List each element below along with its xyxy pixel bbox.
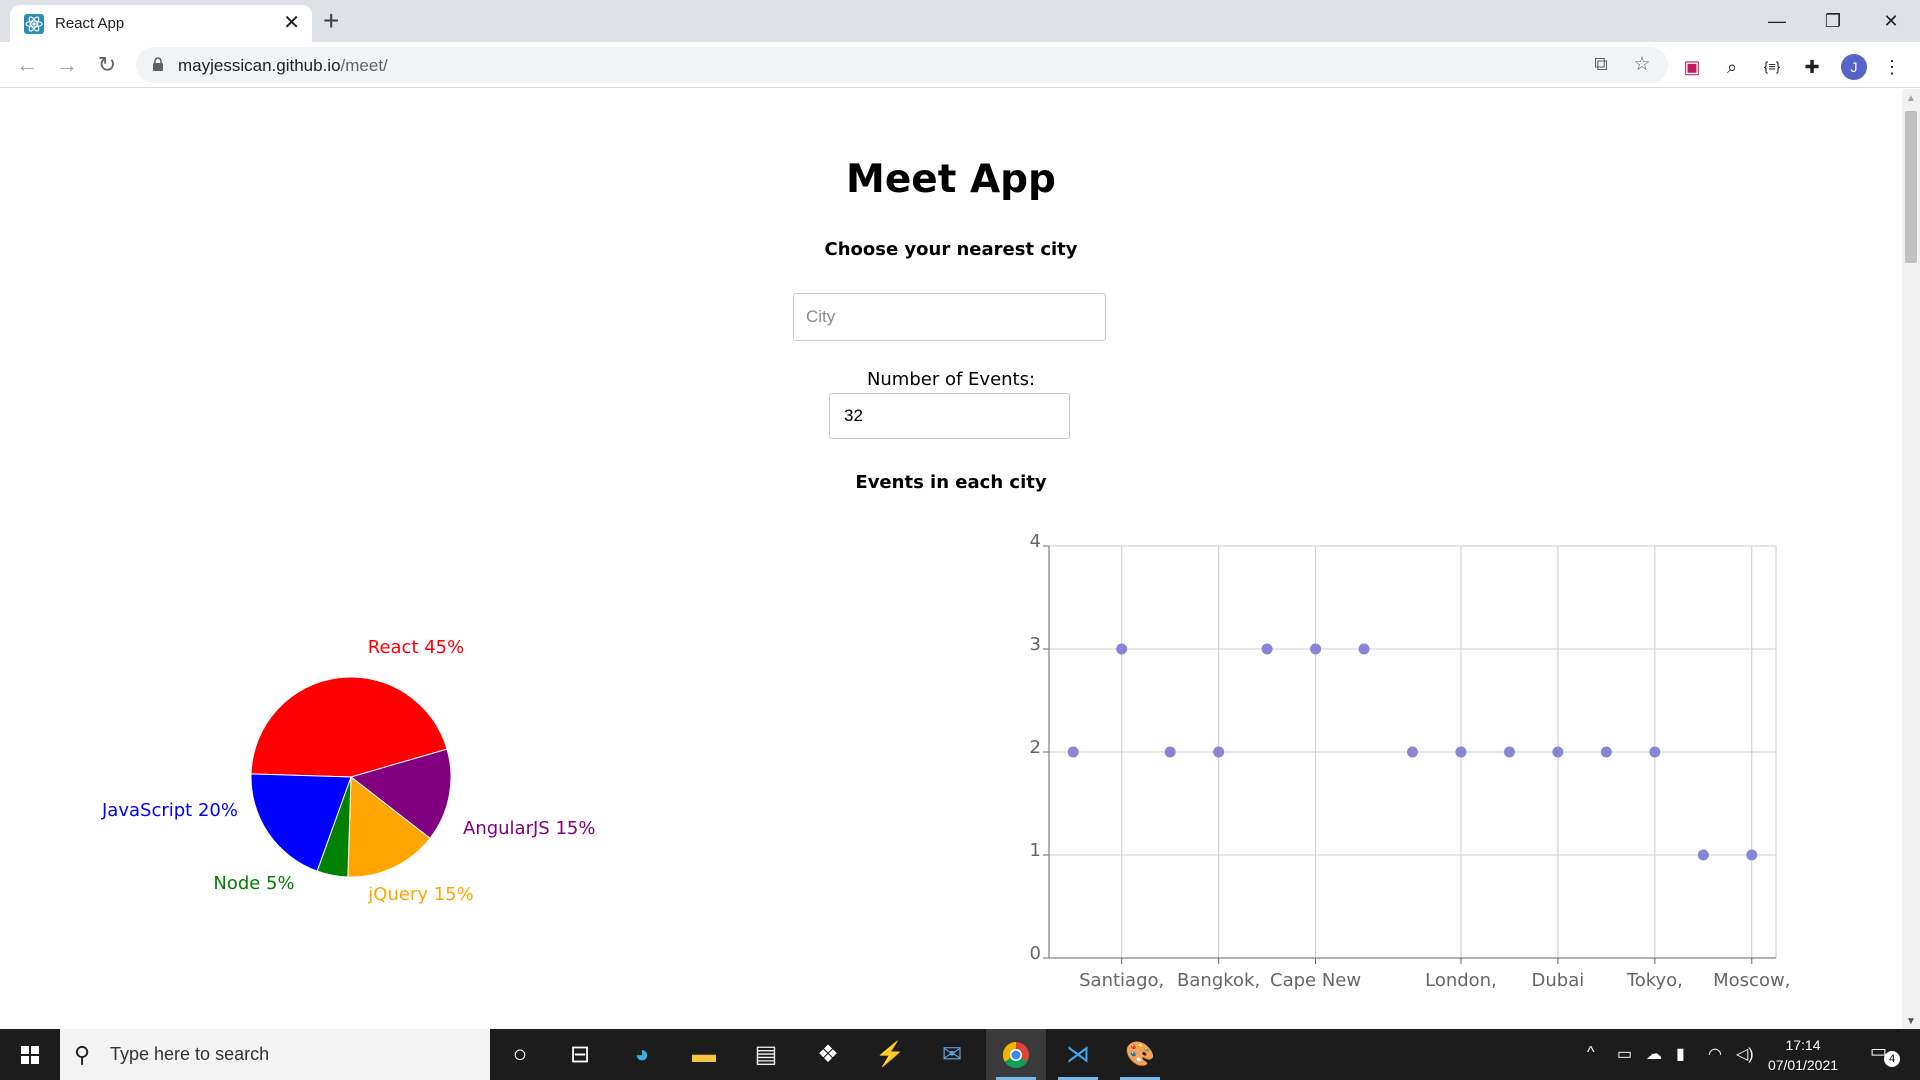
pocket-extension-icon[interactable]: ▣ bbox=[1680, 55, 1704, 79]
edge-browser-icon[interactable]: ◕ bbox=[612, 1029, 672, 1080]
windows-taskbar: ⚲ Type here to search ○ ⊟ ◕ ▬ ▤ ❖ ⚡ ✉ ⋊ … bbox=[0, 1029, 1920, 1080]
battery-icon[interactable]: ▮ bbox=[1676, 1044, 1685, 1064]
system-clock[interactable]: 17:14 07/01/2021 bbox=[1763, 1035, 1843, 1075]
chrome-icon[interactable] bbox=[986, 1029, 1046, 1080]
scatter-point[interactable] bbox=[1164, 746, 1176, 758]
open-in-app-icon[interactable]: ⧉ bbox=[1589, 53, 1613, 77]
page-content: Meet App Choose your nearest city Number… bbox=[0, 89, 1902, 1029]
json-extension-icon[interactable]: {≡} bbox=[1760, 55, 1784, 79]
clock-time: 17:14 bbox=[1785, 1037, 1821, 1053]
app-icon[interactable]: ⚡ bbox=[860, 1029, 920, 1080]
cortana-icon[interactable]: ○ bbox=[490, 1029, 550, 1080]
react-logo-icon bbox=[24, 14, 44, 34]
scatter-point[interactable] bbox=[1552, 746, 1564, 758]
reload-button[interactable]: ↻ bbox=[92, 50, 122, 80]
new-tab-button[interactable]: + bbox=[323, 4, 339, 38]
search-extension-icon[interactable]: ⌕ bbox=[1720, 55, 1744, 79]
url-path: /meet/ bbox=[340, 56, 388, 75]
scroll-down-icon[interactable]: ▼ bbox=[1906, 1016, 1916, 1027]
tab-strip: React App ✕ + — ❐ ✕ bbox=[0, 0, 1920, 42]
vscode-icon[interactable]: ⋊ bbox=[1048, 1029, 1108, 1080]
scatter-point[interactable] bbox=[1503, 746, 1515, 758]
lock-icon bbox=[153, 57, 163, 71]
scatter-grid bbox=[1049, 545, 1776, 958]
profile-avatar[interactable]: J bbox=[1841, 54, 1867, 80]
x-tick-label: Bangkok, bbox=[1177, 970, 1260, 991]
task-view-icon[interactable]: ⊟ bbox=[550, 1029, 610, 1080]
minimize-window-icon[interactable]: — bbox=[1752, 4, 1802, 38]
tab-title: React App bbox=[55, 15, 125, 32]
city-search-input[interactable] bbox=[793, 293, 1106, 341]
genre-pie-chart: React 45% AngularJS 15% jQuery 15% Node 5% J… bbox=[101, 637, 595, 905]
plot-border bbox=[1048, 545, 1777, 959]
pie-label-react: React 45% bbox=[368, 637, 465, 658]
microsoft-store-icon[interactable]: ▤ bbox=[736, 1029, 796, 1080]
back-button[interactable]: ← bbox=[12, 50, 42, 80]
taskbar-search-placeholder: Type here to search bbox=[110, 1044, 270, 1064]
x-tick-label: Tokyo, bbox=[1626, 970, 1683, 991]
show-hidden-icons-icon[interactable]: ^ bbox=[1587, 1044, 1595, 1062]
scatter-point[interactable] bbox=[1116, 643, 1128, 655]
windows-start-icon[interactable] bbox=[0, 1029, 60, 1080]
url-host: mayjessican.github.io bbox=[178, 56, 341, 75]
scatter-point[interactable] bbox=[1746, 849, 1758, 861]
browser-tab[interactable]: React App ✕ bbox=[10, 5, 312, 42]
pie-label-javascript: JavaScript 20% bbox=[101, 800, 238, 821]
scatter-point[interactable] bbox=[1697, 849, 1709, 861]
scatter-point[interactable] bbox=[1213, 746, 1225, 758]
number-of-events-input[interactable] bbox=[829, 393, 1070, 439]
y-tick-label: 1 bbox=[1030, 840, 1041, 861]
pie-label-angularjs: AngularJS 15% bbox=[463, 818, 595, 839]
forward-button[interactable]: → bbox=[52, 50, 82, 80]
page-scrollbar[interactable]: ▲ ▼ bbox=[1902, 89, 1920, 1029]
x-tick-label: Santiago, bbox=[1079, 970, 1164, 991]
y-tick-label: 4 bbox=[1030, 531, 1041, 552]
extensions-puzzle-icon[interactable]: ✚ bbox=[1800, 55, 1824, 79]
x-tick-label: Moscow, bbox=[1713, 970, 1790, 991]
meet-now-icon[interactable]: ▭ bbox=[1617, 1044, 1632, 1064]
mail-icon[interactable]: ✉ bbox=[922, 1029, 982, 1080]
scroll-up-icon[interactable]: ▲ bbox=[1906, 93, 1916, 104]
action-center-icon[interactable]: ▭ 4 bbox=[1870, 1041, 1900, 1067]
scatter-point[interactable] bbox=[1067, 746, 1079, 758]
notification-count-badge: 4 bbox=[1884, 1051, 1900, 1067]
y-tick-label: 3 bbox=[1030, 634, 1041, 655]
scrollbar-thumb[interactable] bbox=[1905, 111, 1917, 263]
search-icon: ⚲ bbox=[74, 1042, 91, 1067]
close-window-icon[interactable]: ✕ bbox=[1866, 4, 1916, 38]
taskbar-search-box[interactable]: ⚲ Type here to search bbox=[60, 1029, 490, 1080]
paint-icon[interactable]: 🎨 bbox=[1110, 1029, 1170, 1080]
scatter-point[interactable] bbox=[1261, 643, 1273, 655]
pie-label-node: Node 5% bbox=[213, 873, 294, 894]
scatter-point[interactable] bbox=[1455, 746, 1467, 758]
y-tick-label: 2 bbox=[1030, 737, 1041, 758]
address-bar[interactable]: mayjessican.github.io/meet/ ⧉ ☆ bbox=[136, 47, 1668, 83]
bookmark-star-icon[interactable]: ☆ bbox=[1630, 53, 1654, 77]
y-tick-label: 0 bbox=[1030, 943, 1041, 964]
pie-label-jquery: jQuery 15% bbox=[367, 884, 473, 905]
x-tick-label: Cape New bbox=[1270, 970, 1361, 991]
browser-menu-icon[interactable]: ⋮ bbox=[1880, 55, 1904, 79]
scatter-point[interactable] bbox=[1407, 746, 1418, 758]
scatter-point[interactable] bbox=[1649, 746, 1661, 758]
onedrive-icon[interactable]: ☁ bbox=[1646, 1044, 1662, 1064]
close-tab-icon[interactable]: ✕ bbox=[283, 11, 300, 35]
url-text: mayjessican.github.io/meet/ bbox=[178, 56, 388, 76]
x-tick-label: Dubai bbox=[1532, 970, 1585, 991]
volume-icon[interactable]: ◁) bbox=[1736, 1044, 1754, 1064]
file-explorer-icon[interactable]: ▬ bbox=[674, 1029, 734, 1080]
scatter-point[interactable] bbox=[1358, 643, 1370, 655]
scatter-point[interactable] bbox=[1600, 746, 1612, 758]
chrome-logo-icon bbox=[1002, 1041, 1029, 1069]
dropbox-icon[interactable]: ❖ bbox=[798, 1029, 858, 1080]
clock-date: 07/01/2021 bbox=[1767, 1057, 1839, 1073]
scatter-point[interactable] bbox=[1310, 643, 1322, 655]
wifi-icon[interactable]: ◠ bbox=[1708, 1044, 1722, 1064]
x-tick-label: London, bbox=[1425, 970, 1497, 991]
browser-toolbar: ← → ↻ mayjessican.github.io/meet/ ⧉ ☆ ▣ … bbox=[0, 42, 1920, 88]
restore-window-icon[interactable]: ❐ bbox=[1808, 4, 1858, 38]
